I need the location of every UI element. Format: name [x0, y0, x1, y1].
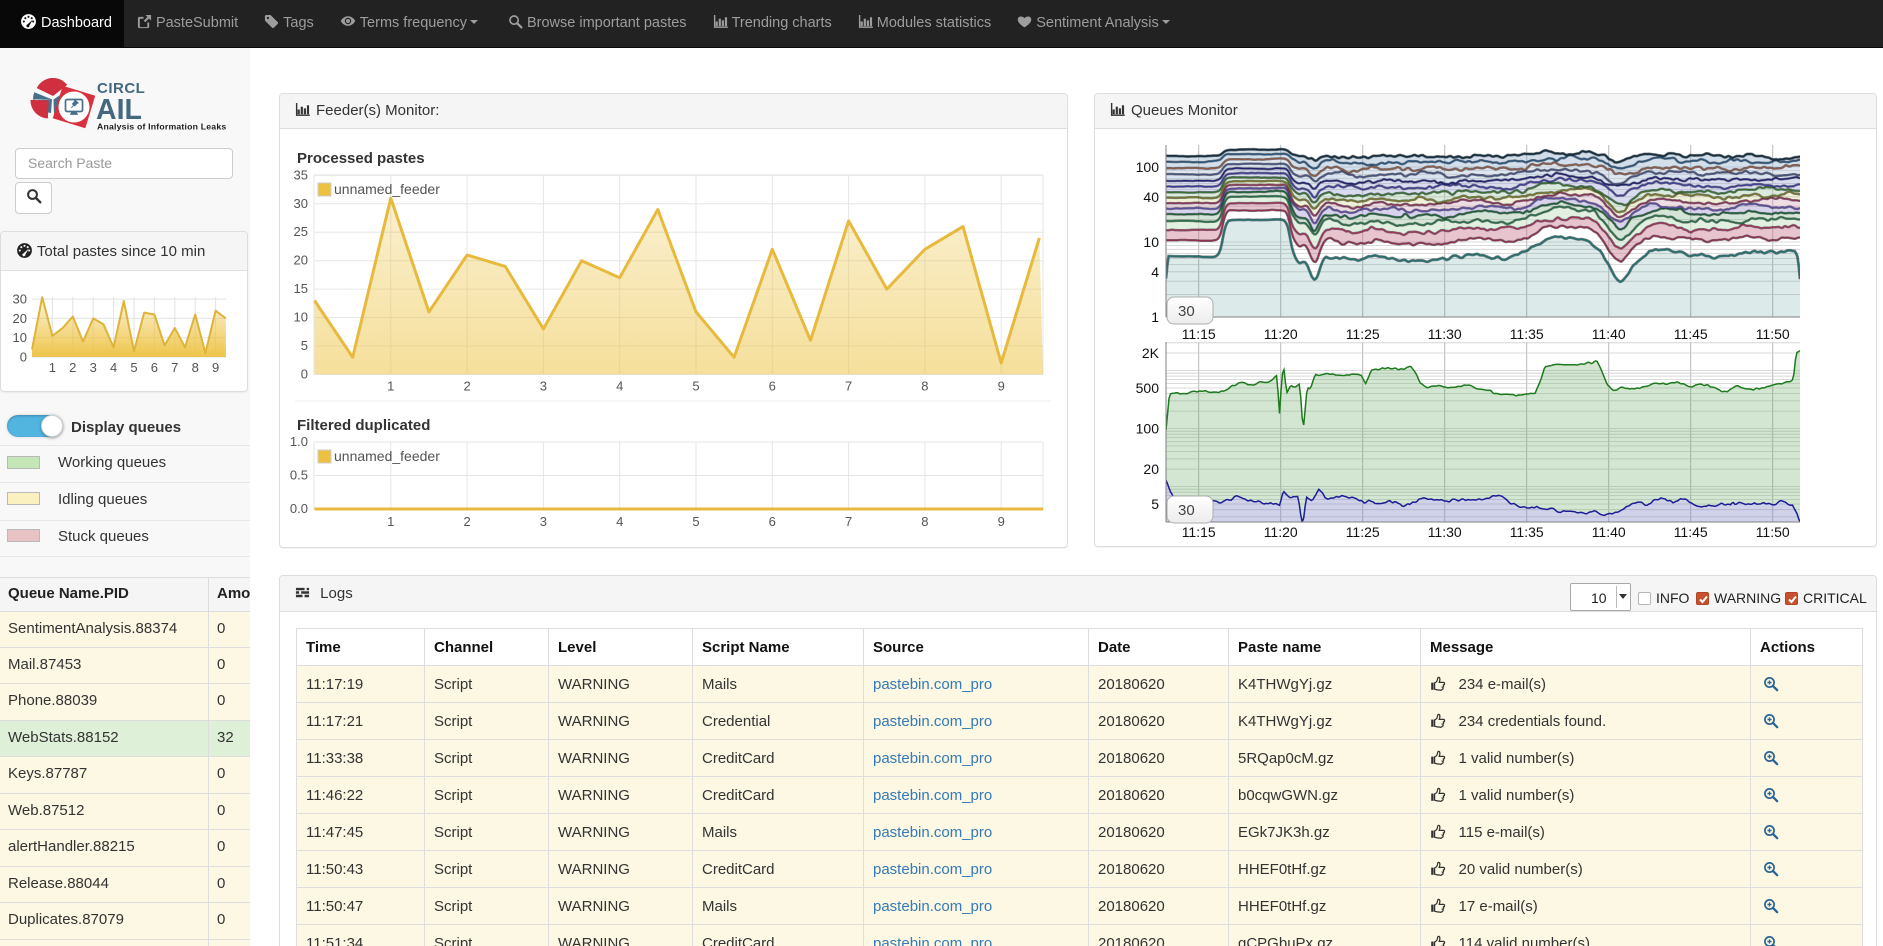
svg-text:9: 9	[998, 514, 1005, 529]
svg-text:11:30: 11:30	[1428, 326, 1462, 342]
svg-text:20: 20	[13, 311, 27, 326]
svg-text:0.0: 0.0	[290, 501, 308, 516]
svg-text:500: 500	[1136, 380, 1160, 396]
svg-text:2: 2	[463, 514, 470, 529]
svg-text:11:15: 11:15	[1182, 326, 1216, 342]
svg-text:25: 25	[294, 224, 308, 239]
svg-text:Processed pastes: Processed pastes	[297, 150, 425, 167]
svg-text:5: 5	[1151, 496, 1159, 512]
svg-text:6: 6	[151, 360, 158, 375]
svg-text:0: 0	[301, 366, 308, 381]
svg-text:4: 4	[616, 514, 623, 529]
svg-text:1: 1	[387, 514, 394, 529]
svg-text:2: 2	[69, 360, 76, 375]
svg-text:100: 100	[1136, 421, 1160, 437]
svg-text:11:50: 11:50	[1756, 326, 1790, 342]
svg-text:100: 100	[1136, 159, 1160, 175]
svg-text:11:40: 11:40	[1592, 326, 1626, 342]
svg-text:35: 35	[294, 167, 308, 182]
svg-text:11:35: 11:35	[1510, 524, 1544, 540]
svg-text:11:20: 11:20	[1264, 326, 1298, 342]
svg-text:1: 1	[387, 378, 394, 393]
svg-text:1.0: 1.0	[290, 434, 308, 449]
svg-text:11:20: 11:20	[1264, 524, 1298, 540]
svg-text:5: 5	[130, 360, 137, 375]
svg-text:0.5: 0.5	[290, 468, 308, 483]
svg-text:10: 10	[294, 310, 308, 325]
svg-text:unnamed_feeder: unnamed_feeder	[334, 181, 440, 197]
svg-text:0: 0	[20, 350, 27, 365]
svg-text:10: 10	[13, 330, 27, 345]
svg-text:unnamed_feeder: unnamed_feeder	[334, 448, 440, 464]
svg-text:7: 7	[845, 514, 852, 529]
svg-text:9: 9	[212, 360, 219, 375]
svg-text:2: 2	[463, 378, 470, 393]
svg-text:7: 7	[845, 378, 852, 393]
svg-text:6: 6	[769, 514, 776, 529]
svg-text:11:45: 11:45	[1674, 524, 1708, 540]
svg-text:30: 30	[1178, 502, 1195, 519]
svg-text:15: 15	[294, 281, 308, 296]
svg-text:11:45: 11:45	[1674, 326, 1708, 342]
svg-text:5: 5	[692, 378, 699, 393]
svg-text:8: 8	[921, 378, 928, 393]
svg-text:Filtered duplicated: Filtered duplicated	[297, 417, 430, 434]
svg-text:8: 8	[192, 360, 199, 375]
svg-text:7: 7	[171, 360, 178, 375]
svg-text:20: 20	[1143, 461, 1159, 477]
svg-text:11:30: 11:30	[1428, 524, 1462, 540]
svg-text:40: 40	[1143, 189, 1159, 205]
svg-text:30: 30	[1178, 303, 1195, 320]
svg-text:4: 4	[1151, 264, 1159, 280]
svg-text:11:35: 11:35	[1510, 326, 1544, 342]
svg-text:11:25: 11:25	[1346, 326, 1380, 342]
svg-text:5: 5	[301, 338, 308, 353]
svg-text:4: 4	[616, 378, 623, 393]
svg-text:8: 8	[921, 514, 928, 529]
svg-text:11:40: 11:40	[1592, 524, 1626, 540]
svg-text:3: 3	[540, 378, 547, 393]
svg-text:Analysis of Information Leaks: Analysis of Information Leaks	[97, 122, 226, 132]
svg-text:11:25: 11:25	[1346, 524, 1380, 540]
svg-text:6: 6	[769, 378, 776, 393]
svg-text:1: 1	[49, 360, 56, 375]
svg-text:11:50: 11:50	[1756, 524, 1790, 540]
svg-text:11:15: 11:15	[1182, 524, 1216, 540]
svg-text:20: 20	[294, 253, 308, 268]
svg-text:3: 3	[90, 360, 97, 375]
svg-text:9: 9	[998, 378, 1005, 393]
svg-text:2K: 2K	[1142, 345, 1160, 361]
svg-text:10: 10	[1143, 234, 1159, 250]
svg-text:5: 5	[692, 514, 699, 529]
svg-text:4: 4	[110, 360, 117, 375]
svg-text:30: 30	[294, 196, 308, 211]
svg-text:1: 1	[1151, 309, 1159, 325]
svg-text:3: 3	[540, 514, 547, 529]
svg-text:30: 30	[13, 292, 27, 307]
